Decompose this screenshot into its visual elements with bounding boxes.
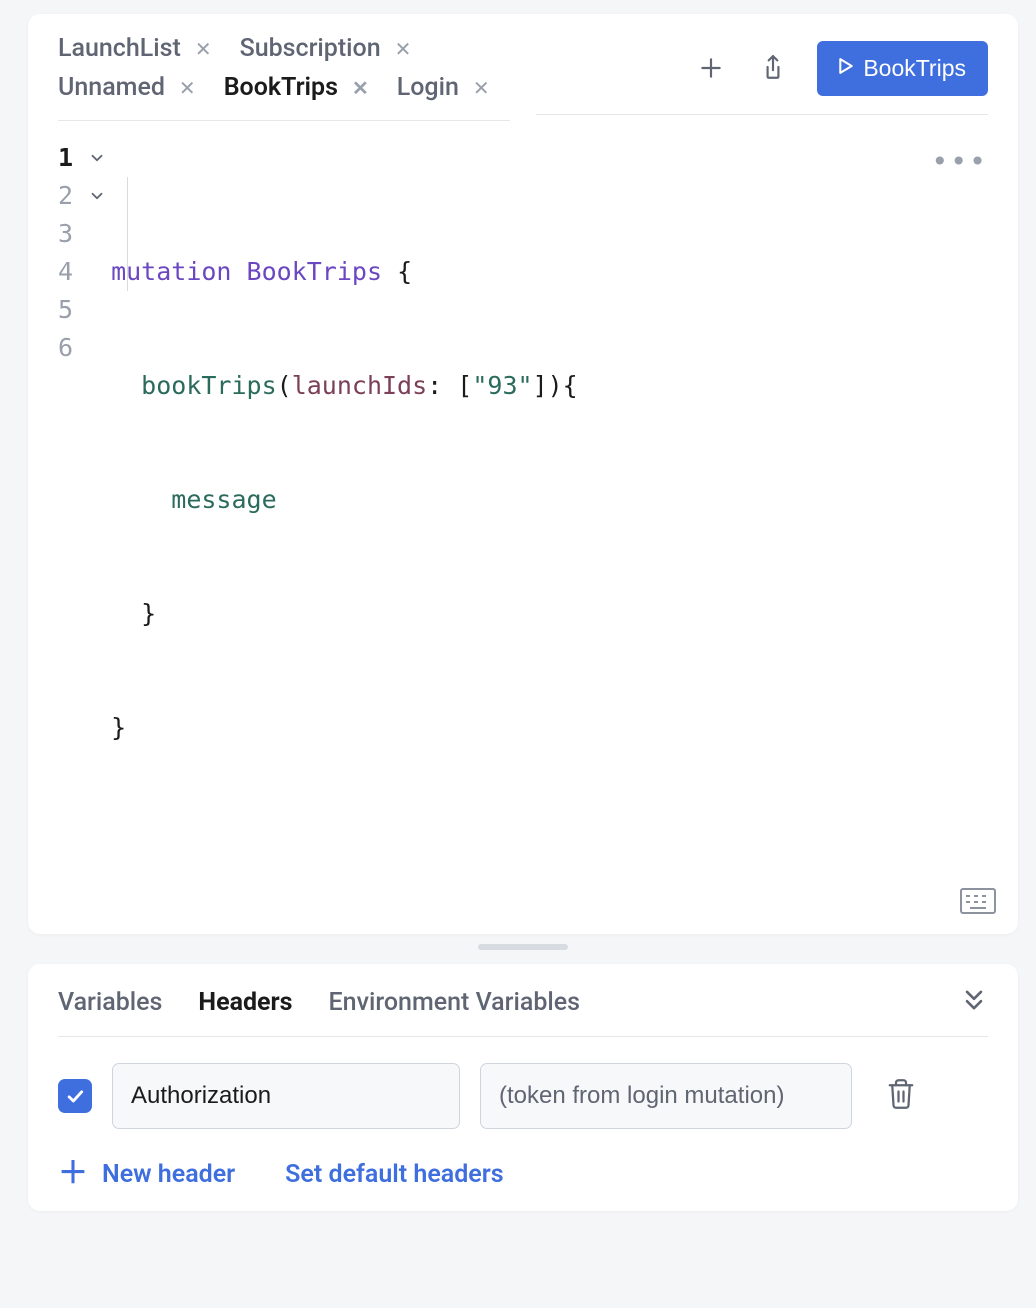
operation-panel: LaunchList ✕ Subscription ✕ Unnamed ✕ Bo… [28, 14, 1018, 934]
trash-icon [886, 1077, 916, 1111]
set-default-headers-button[interactable]: Set default headers [285, 1160, 503, 1189]
keyboard-icon[interactable] [960, 888, 996, 918]
tab-bar: LaunchList ✕ Subscription ✕ Unnamed ✕ Bo… [58, 34, 988, 121]
token-punct: } [141, 599, 156, 628]
tab-label: BookTrips [224, 73, 338, 102]
tabs-wrap: LaunchList ✕ Subscription ✕ Unnamed ✕ Bo… [58, 34, 510, 121]
tab-label: Subscription [240, 34, 381, 63]
tab-headers[interactable]: Headers [198, 988, 292, 1017]
token-punct: ( [277, 371, 292, 400]
line-number: 5 [58, 291, 73, 329]
line-gutter: 1 2 3 4 5 6 [58, 139, 83, 937]
code-editor[interactable]: ••• 1 2 3 4 5 6 mutation BookTrips { boo… [58, 139, 988, 937]
chevron-double-down-icon [960, 986, 988, 1014]
token-punct: ]){ [533, 371, 578, 400]
run-button-label: BookTrips [863, 55, 966, 82]
line-number: 2 [58, 177, 73, 215]
token-punct: [ [457, 371, 472, 400]
more-icon[interactable]: ••• [931, 143, 988, 181]
tab-actions: BookTrips [536, 41, 988, 115]
header-actions: ＋ New header Set default headers [58, 1159, 988, 1189]
close-icon[interactable]: ✕ [473, 76, 490, 100]
header-value-input[interactable] [480, 1063, 852, 1129]
line-number: 3 [58, 215, 73, 253]
tab-variables[interactable]: Variables [58, 988, 162, 1017]
close-icon[interactable]: ✕ [195, 37, 212, 61]
play-icon [839, 58, 853, 79]
new-header-button[interactable]: ＋ New header [58, 1159, 235, 1189]
close-icon[interactable]: ✕ [179, 76, 196, 100]
close-icon[interactable]: ✕ [352, 76, 369, 100]
line-number: 4 [58, 253, 73, 291]
line-number: 1 [58, 139, 73, 177]
add-tab-button[interactable] [693, 50, 729, 86]
tab-booktrips[interactable]: BookTrips ✕ [224, 73, 369, 102]
line-number: 6 [58, 329, 73, 367]
plus-icon: ＋ [58, 1159, 88, 1189]
token-punct: : [427, 371, 442, 400]
resize-handle[interactable] [478, 944, 568, 950]
header-enabled-checkbox[interactable] [58, 1079, 92, 1113]
collapse-button[interactable] [960, 986, 988, 1018]
keyboard-svg [960, 888, 996, 914]
bottom-tab-bar: Variables Headers Environment Variables [58, 986, 988, 1037]
share-button[interactable] [755, 50, 791, 86]
set-default-label: Set default headers [285, 1160, 503, 1189]
chevron-down-icon[interactable] [83, 139, 111, 177]
header-row [58, 1063, 988, 1129]
chevron-down-icon[interactable] [83, 177, 111, 215]
tab-login[interactable]: Login ✕ [397, 73, 490, 102]
tab-label: Login [397, 73, 459, 102]
token-arg: launchIds [292, 371, 427, 400]
token-string: "93" [472, 371, 532, 400]
code-body[interactable]: mutation BookTrips { bookTrips(launchIds… [111, 139, 578, 937]
headers-panel: Variables Headers Environment Variables … [28, 964, 1018, 1211]
token-keyword: mutation [111, 257, 231, 286]
tab-launchlist[interactable]: LaunchList ✕ [58, 34, 212, 63]
tab-subscription[interactable]: Subscription ✕ [240, 34, 412, 63]
token-call: bookTrips [141, 371, 276, 400]
new-header-label: New header [102, 1160, 235, 1189]
plus-icon [698, 55, 724, 81]
tab-label: LaunchList [58, 34, 181, 63]
share-icon [760, 53, 786, 83]
fold-gutter [83, 139, 111, 937]
tab-label: Unnamed [58, 73, 165, 102]
delete-header-button[interactable] [886, 1077, 916, 1115]
header-key-input[interactable] [112, 1063, 460, 1129]
tab-env-variables[interactable]: Environment Variables [329, 988, 580, 1017]
token-punct: } [111, 713, 126, 742]
tab-unnamed[interactable]: Unnamed ✕ [58, 73, 196, 102]
check-icon [65, 1086, 85, 1106]
token-field: message [171, 485, 276, 514]
close-icon[interactable]: ✕ [395, 37, 412, 61]
token-name: BookTrips [247, 257, 382, 286]
run-button[interactable]: BookTrips [817, 41, 988, 96]
indent-guide [127, 177, 128, 291]
token-punct: { [382, 257, 412, 286]
